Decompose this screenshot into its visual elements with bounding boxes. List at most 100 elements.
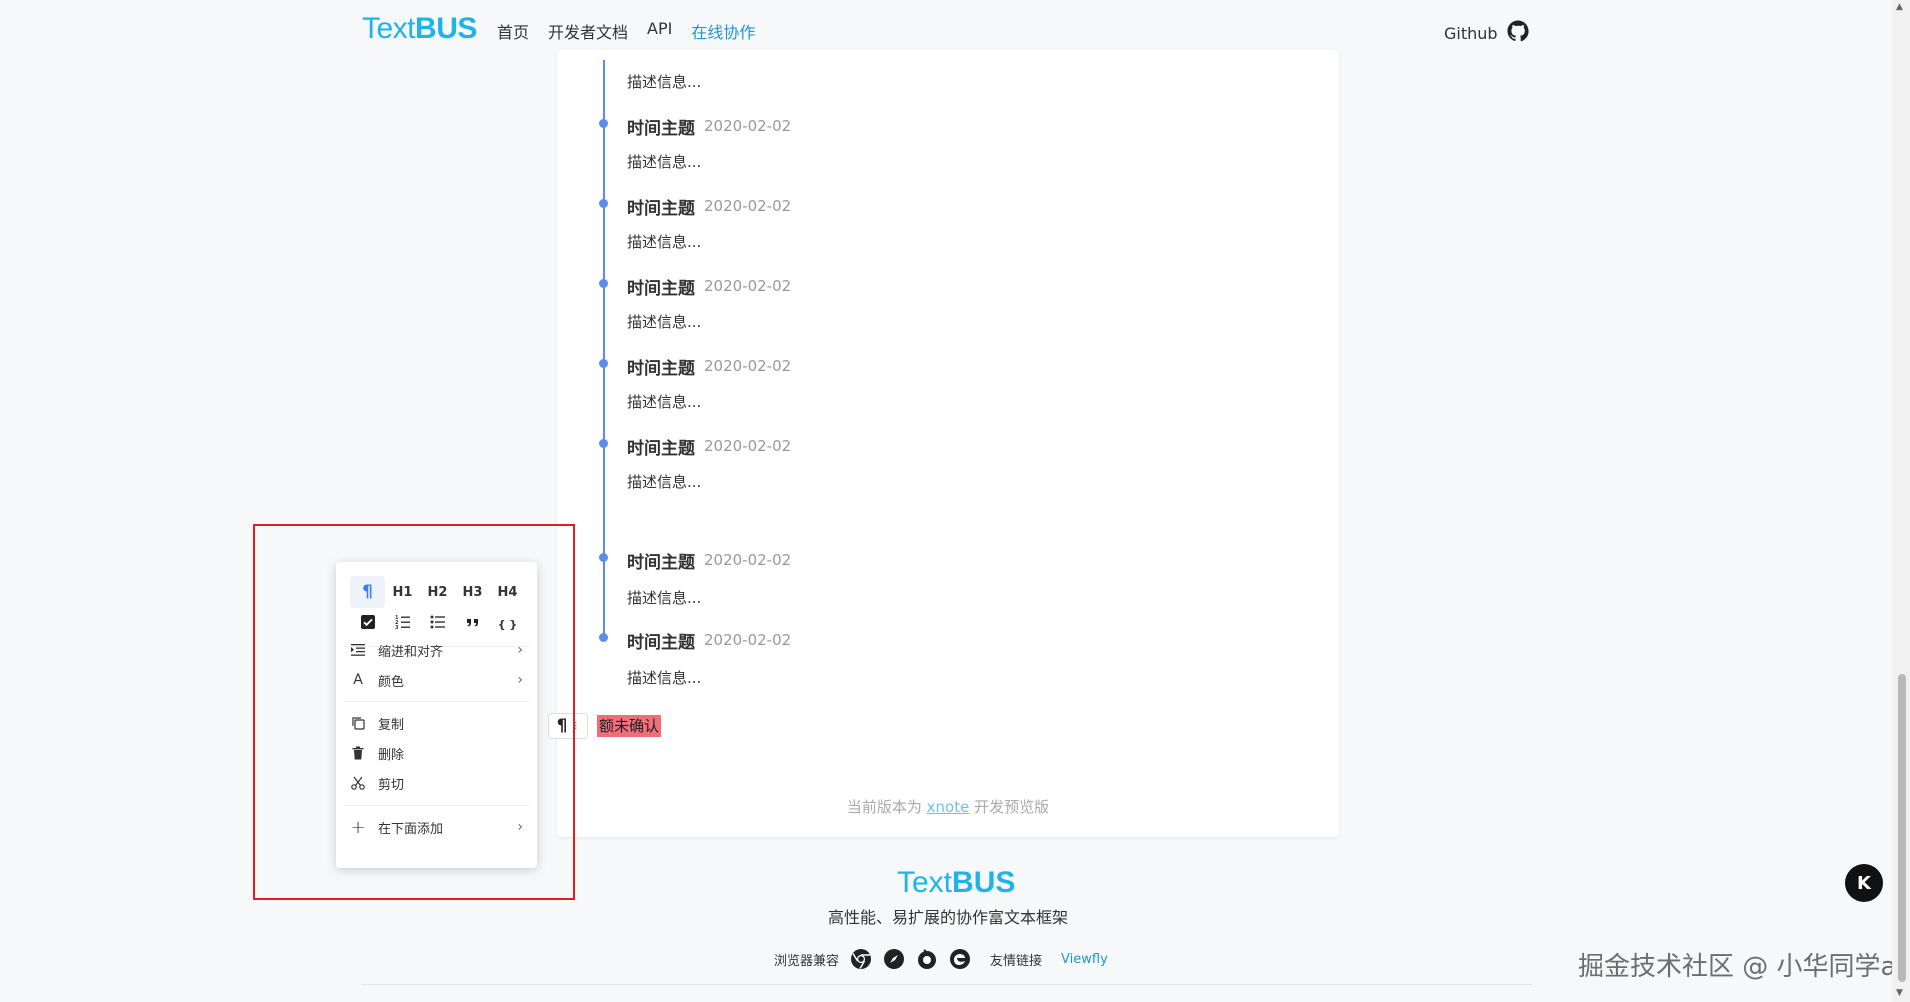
timeline-date[interactable]: 2020-02-02 <box>704 277 791 295</box>
delete-menu-item[interactable]: 删除 <box>350 740 525 766</box>
timeline-date[interactable]: 2020-02-02 <box>704 117 791 135</box>
block-context-menu: ¶ H1 H2 H3 H4 123 { } 缩进和对齐 › A 颜色 › 复制 <box>336 562 537 868</box>
version-prefix: 当前版本为 <box>846 798 922 816</box>
friend-links-label: 友情链接 <box>990 953 1043 969</box>
indent-icon <box>350 642 366 658</box>
timeline-date[interactable]: 2020-02-02 <box>704 357 791 375</box>
timeline-desc[interactable]: 描述信息... <box>627 391 701 412</box>
github-link[interactable]: Github <box>1444 19 1530 47</box>
timeline-title[interactable]: 时间主题 <box>627 274 695 299</box>
timeline-date[interactable]: 2020-02-02 <box>704 437 791 455</box>
paragraph-icon: ¶ <box>362 582 373 602</box>
h2-button[interactable]: H2 <box>420 576 455 608</box>
scroll-down-icon[interactable]: ▼ <box>1896 988 1903 998</box>
firefox-icon <box>916 948 938 970</box>
github-label: Github <box>1444 23 1498 43</box>
timeline-top-desc[interactable]: 描述信息... <box>627 71 701 92</box>
timeline-dot <box>599 359 608 368</box>
ordered-list-icon: 123 <box>395 614 411 634</box>
color-menu-item[interactable]: A 颜色 › <box>350 667 525 693</box>
footer-tagline: 高性能、易扩展的协作富文本框架 <box>827 908 1068 927</box>
timeline-title[interactable]: 时间主题 <box>627 354 695 379</box>
main-nav: 首页 开发者文档 API 在线协作 <box>497 19 755 43</box>
font-color-icon: A <box>353 672 363 688</box>
timeline-title[interactable]: 时间主题 <box>627 194 695 219</box>
quote-icon <box>465 614 481 634</box>
floating-k-button[interactable]: K <box>1845 864 1883 902</box>
unordered-list-button[interactable] <box>420 608 455 640</box>
scroll-up-icon[interactable]: ▲ <box>1896 2 1903 12</box>
h4-button[interactable]: H4 <box>490 576 525 608</box>
cut-label: 剪切 <box>378 777 405 793</box>
plus-icon: + <box>350 816 366 838</box>
timeline-dot <box>599 119 608 128</box>
scrollbar-thumb[interactable] <box>1898 674 1906 982</box>
nav-online-collab[interactable]: 在线协作 <box>691 19 755 43</box>
trash-icon <box>350 745 366 761</box>
menu-divider <box>344 701 529 702</box>
indent-align-label: 缩进和对齐 <box>378 644 444 660</box>
code-icon: { } <box>497 617 518 631</box>
timeline-dot <box>599 279 608 288</box>
delete-label: 删除 <box>378 747 405 763</box>
github-icon <box>1506 19 1530 47</box>
checkbox-icon <box>360 614 376 634</box>
safari-icon <box>883 948 905 970</box>
chevron-right-icon: › <box>517 672 523 688</box>
timeline-date[interactable]: 2020-02-02 <box>704 551 791 569</box>
block-type-toolbar: ¶ H1 H2 H3 H4 123 { } <box>350 576 525 640</box>
scissors-icon <box>350 775 366 791</box>
add-below-menu-item[interactable]: + 在下面添加 › <box>350 814 525 840</box>
copy-icon <box>350 715 366 731</box>
copy-menu-item[interactable]: 复制 <box>350 710 525 736</box>
timeline-title[interactable]: 时间主题 <box>627 434 695 459</box>
timeline-dot <box>599 633 608 642</box>
menu-divider <box>344 805 529 806</box>
code-block-button[interactable]: { } <box>490 608 525 640</box>
timeline-dot <box>599 439 608 448</box>
version-note: 当前版本为 xnote 开发预览版 <box>557 796 1339 817</box>
nav-home[interactable]: 首页 <box>497 19 529 43</box>
timeline-line <box>603 60 605 638</box>
footer-textbus-logo: TextBUS <box>897 866 1016 899</box>
h3-button[interactable]: H3 <box>455 576 490 608</box>
chrome-icon <box>850 948 872 970</box>
timeline-title[interactable]: 时间主题 <box>627 114 695 139</box>
timeline-title[interactable]: 时间主题 <box>627 628 695 653</box>
k-logo-icon: K <box>1857 872 1871 894</box>
viewfly-link[interactable]: Viewfly <box>1061 952 1108 967</box>
timeline-desc[interactable]: 描述信息... <box>627 667 701 688</box>
version-suffix: 开发预览版 <box>974 798 1050 816</box>
add-below-label: 在下面添加 <box>378 821 444 837</box>
nav-dev-docs[interactable]: 开发者文档 <box>548 19 628 43</box>
ordered-list-button[interactable]: 123 <box>385 608 420 640</box>
blockquote-button[interactable] <box>455 608 490 640</box>
textbus-logo[interactable]: TextBUS <box>362 12 477 46</box>
cut-menu-item[interactable]: 剪切 <box>350 770 525 796</box>
h1-button[interactable]: H1 <box>385 576 420 608</box>
indent-align-menu-item[interactable]: 缩进和对齐 › <box>350 637 525 663</box>
watermark-text: 掘金技术社区 @ 小华同学ai <box>1578 952 1904 982</box>
timeline-desc[interactable]: 描述信息... <box>627 151 701 172</box>
timeline-dot <box>599 553 608 562</box>
nav-api[interactable]: API <box>647 19 672 43</box>
chevron-right-icon: › <box>517 642 523 658</box>
unordered-list-icon <box>430 614 446 634</box>
timeline-date[interactable]: 2020-02-02 <box>704 197 791 215</box>
timeline-desc[interactable]: 描述信息... <box>627 311 701 332</box>
timeline-desc[interactable]: 描述信息... <box>627 471 701 492</box>
color-label: 颜色 <box>378 674 405 690</box>
timeline-title[interactable]: 时间主题 <box>627 548 695 573</box>
footer-divider <box>362 984 1532 985</box>
timeline-date[interactable]: 2020-02-02 <box>704 631 791 649</box>
edge-icon <box>949 948 971 970</box>
timeline-desc[interactable]: 描述信息... <box>627 587 701 608</box>
todo-list-button[interactable] <box>350 608 385 640</box>
timeline-dot <box>599 199 608 208</box>
svg-text:3: 3 <box>395 625 399 630</box>
paragraph-button[interactable]: ¶ <box>350 576 385 608</box>
timeline-desc[interactable]: 描述信息... <box>627 231 701 252</box>
highlighted-text[interactable]: 额未确认 <box>597 715 662 737</box>
xnote-link[interactable]: xnote <box>927 798 970 816</box>
chevron-right-icon: › <box>517 819 523 835</box>
